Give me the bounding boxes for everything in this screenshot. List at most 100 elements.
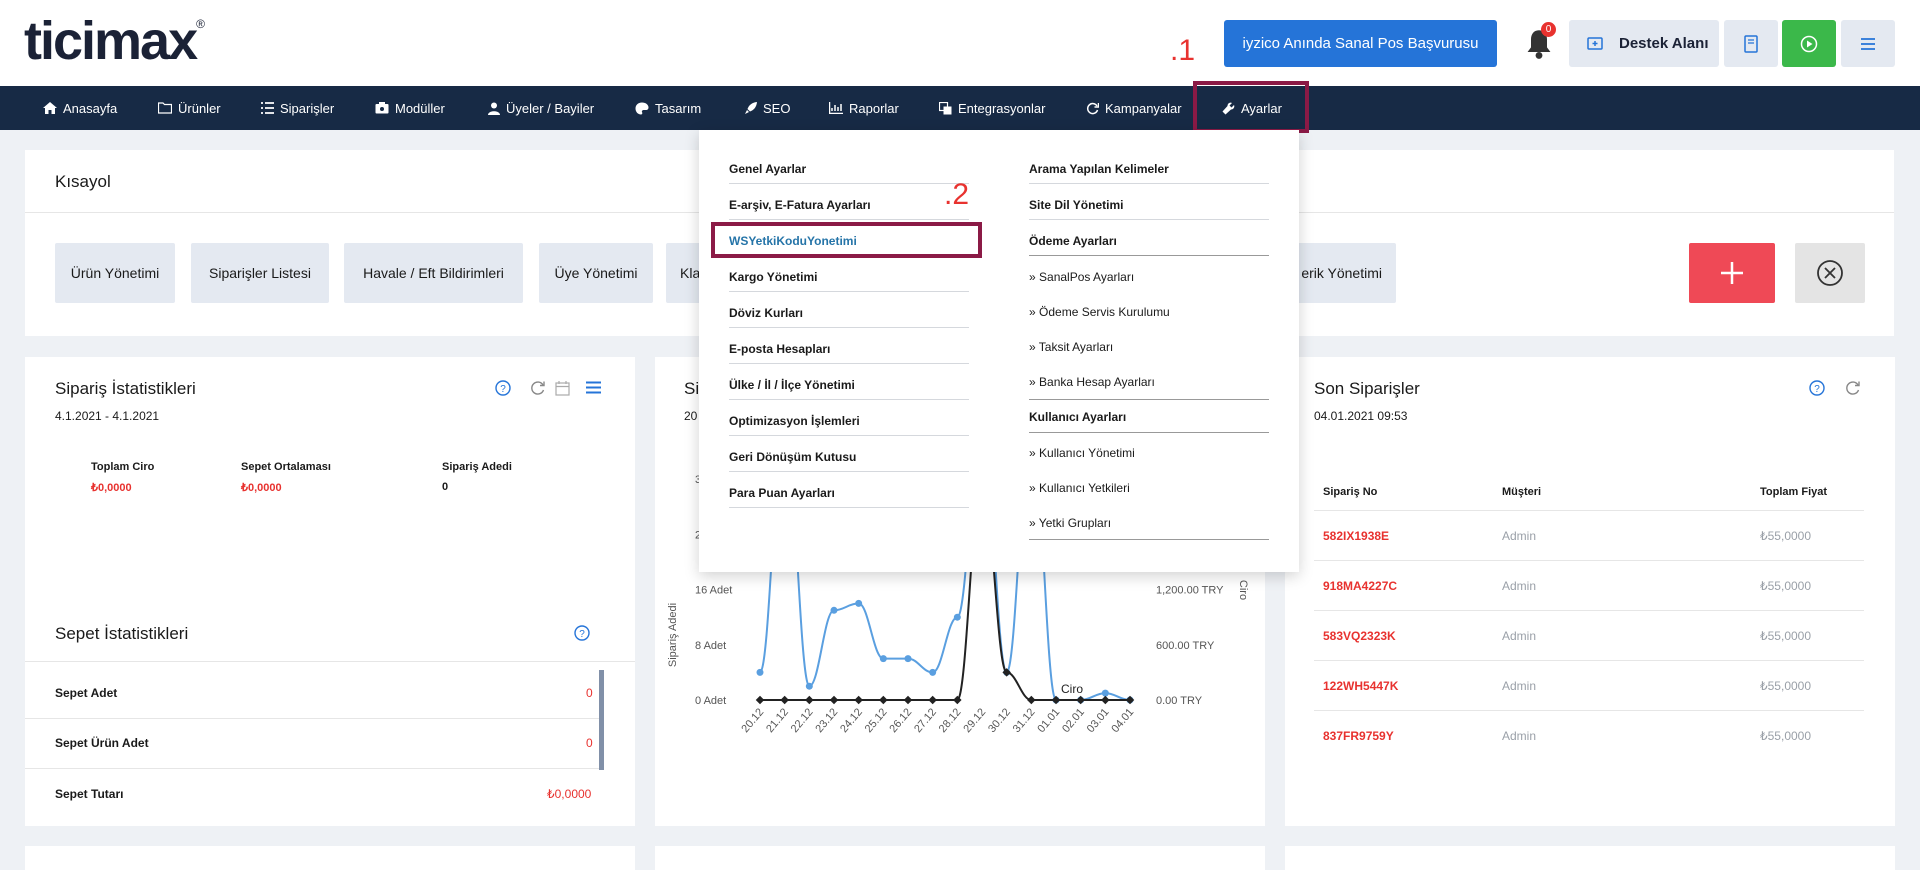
x-tick-label: 20.12: [739, 706, 766, 735]
shortcut-havale-eft[interactable]: Havale / Eft Bildirimleri: [344, 243, 523, 303]
divider: [1029, 399, 1269, 400]
nav-urunler[interactable]: Ürünler: [158, 86, 221, 130]
divider: [1314, 560, 1864, 561]
menu-site-dil[interactable]: Site Dil Yönetimi: [1029, 198, 1123, 212]
main-nav: Anasayfa Ürünler Siparişler Modüller Üye…: [0, 86, 1920, 130]
nav-label: Raporlar: [849, 100, 899, 116]
menu-kullanici-yonetimi[interactable]: » Kullanıcı Yönetimi: [1029, 446, 1135, 460]
cart-stats-title: Sepet İstatistikleri: [55, 624, 189, 643]
refresh-icon[interactable]: [1845, 380, 1861, 396]
x-tick-label: 29.12: [961, 706, 988, 735]
menu-arama-kelimeler[interactable]: Arama Yapılan Kelimeler: [1029, 162, 1169, 176]
order-no[interactable]: 122WH5447K: [1323, 679, 1398, 693]
help-icon[interactable]: ?: [1809, 380, 1825, 396]
shortcut-icerik-yonetimi[interactable]: erik Yönetimi: [1290, 243, 1396, 303]
x-tick-label: 03.01: [1085, 706, 1112, 735]
menu-label: SanalPos Ayarları: [1039, 270, 1135, 284]
nav-tasarim[interactable]: Tasarım: [635, 86, 701, 130]
x-tick-label: 28.12: [937, 706, 964, 735]
video-button[interactable]: [1782, 20, 1836, 67]
menu-eposta[interactable]: E-posta Hesapları: [729, 342, 830, 356]
data-point: [879, 655, 887, 663]
menu-label: Ödeme Servis Kurulumu: [1039, 305, 1170, 319]
data-point: [1101, 695, 1110, 705]
menu-sanalpos[interactable]: » SanalPos Ayarları: [1029, 270, 1134, 284]
menu-kullanici-yetkileri[interactable]: » Kullanıcı Yetkileri: [1029, 481, 1130, 495]
help-icon[interactable]: ?: [574, 625, 590, 641]
data-point: [1051, 695, 1061, 705]
recent-orders-title: Son Siparişler: [1314, 379, 1420, 398]
menu-label: Banka Hesap Ayarları: [1039, 375, 1155, 389]
y2-tick-label: 0.00 TRY: [1156, 695, 1203, 707]
refresh-icon[interactable]: [530, 380, 546, 396]
sepet-ortalamasi-value: ₺0,0000: [241, 482, 282, 494]
x-tick-label: 31.12: [1011, 706, 1038, 735]
menu-para-puan[interactable]: Para Puan Ayarları: [729, 486, 835, 500]
nav-moduller[interactable]: Modüller: [375, 86, 445, 130]
nav-kampanyalar[interactable]: Kampanyalar: [1086, 86, 1182, 130]
menu-label: Kullanıcı Yönetimi: [1039, 446, 1135, 460]
order-no[interactable]: 837FR9759Y: [1323, 729, 1394, 743]
shortcut-siparisler-listesi[interactable]: Siparişler Listesi: [191, 243, 329, 303]
order-no[interactable]: 918MA4227C: [1323, 579, 1397, 593]
menu-genel-ayarlar[interactable]: Genel Ayarlar: [729, 162, 806, 176]
nav-label: Entegrasyonlar: [958, 100, 1046, 116]
divider: [729, 219, 969, 220]
data-point: [904, 655, 912, 663]
scrollbar[interactable]: [599, 670, 604, 770]
shortcut-urun-yonetimi[interactable]: Ürün Yönetimi: [55, 243, 175, 303]
data-point: [855, 599, 863, 607]
menu-e-arsiv[interactable]: E-arşiv, E-Fatura Ayarları: [729, 198, 871, 212]
y2-tick-label: 600.00 TRY: [1156, 640, 1215, 652]
chart-panel-subtitle: 20: [684, 409, 698, 423]
chart-annotation: Ciro: [1061, 682, 1083, 696]
bottom-panel-right: [1285, 846, 1895, 870]
menu-button[interactable]: [1841, 20, 1895, 67]
menu-odeme-servis[interactable]: » Ödeme Servis Kurulumu: [1029, 305, 1170, 319]
menu-taksit[interactable]: » Taksit Ayarları: [1029, 340, 1113, 354]
help-icon[interactable]: ?: [495, 380, 511, 396]
chevron-right-icon: »: [1029, 481, 1040, 495]
notification-badge: 0: [1541, 22, 1556, 37]
menu-icon[interactable]: [586, 381, 601, 394]
support-label: Destek Alanı: [1619, 35, 1709, 52]
ticimax-logo[interactable]: ticimax®: [24, 14, 205, 68]
iyzico-button[interactable]: iyzico Anında Sanal Pos Başvurusu: [1224, 20, 1497, 67]
nav-label: Modüller: [395, 100, 445, 116]
list-icon: [261, 102, 274, 114]
menu-yetki-gruplari[interactable]: » Yetki Grupları: [1029, 516, 1111, 530]
calendar-icon[interactable]: [555, 380, 570, 396]
rocket-icon: [745, 101, 757, 114]
data-point: [829, 695, 839, 705]
menu-kargo[interactable]: Kargo Yönetimi: [729, 270, 817, 284]
nav-siparisler[interactable]: Siparişler: [261, 86, 334, 130]
menu-optimizasyon[interactable]: Optimizasyon İşlemleri: [729, 414, 860, 428]
data-point: [928, 695, 937, 705]
shortcut-uye-yonetimi[interactable]: Üye Yönetimi: [539, 243, 653, 303]
nav-anasayfa[interactable]: Anasayfa: [43, 86, 117, 130]
guide-button[interactable]: [1724, 20, 1778, 67]
nav-raporlar[interactable]: Raporlar: [829, 86, 899, 130]
integration-icon: [939, 101, 952, 114]
close-shortcuts-button[interactable]: [1795, 243, 1865, 303]
menu-ulke-il-ilce[interactable]: Ülke / İl / İlçe Yönetimi: [729, 378, 855, 392]
col-toplam-fiyat: Toplam Fiyat: [1760, 486, 1828, 498]
order-no[interactable]: 582IX1938E: [1323, 529, 1389, 543]
menu-banka-hesap[interactable]: » Banka Hesap Ayarları: [1029, 375, 1155, 389]
order-price: ₺55,0000: [1760, 629, 1812, 643]
y-tick-label: 8 Adet: [695, 640, 726, 652]
divider: [729, 399, 969, 400]
nav-uyeler[interactable]: Üyeler / Bayiler: [488, 86, 594, 130]
step-2-annotation: .2: [944, 178, 970, 211]
support-button[interactable]: Destek Alanı: [1569, 20, 1719, 67]
divider: [1314, 610, 1864, 611]
ayarlar-dropdown: Genel Ayarlar E-arşiv, E-Fatura Ayarları…: [699, 130, 1299, 572]
order-no[interactable]: 583VQ2323K: [1323, 629, 1396, 643]
menu-geri-donusum[interactable]: Geri Dönüşüm Kutusu: [729, 450, 856, 464]
add-shortcut-button[interactable]: [1689, 243, 1775, 303]
chevron-right-icon: »: [1029, 340, 1039, 354]
nav-seo[interactable]: SEO: [744, 86, 790, 130]
nav-entegrasyonlar[interactable]: Entegrasyonlar: [939, 86, 1045, 130]
menu-doviz[interactable]: Döviz Kurları: [729, 306, 803, 320]
sepet-tutari-value: ₺0,0000: [547, 787, 592, 801]
